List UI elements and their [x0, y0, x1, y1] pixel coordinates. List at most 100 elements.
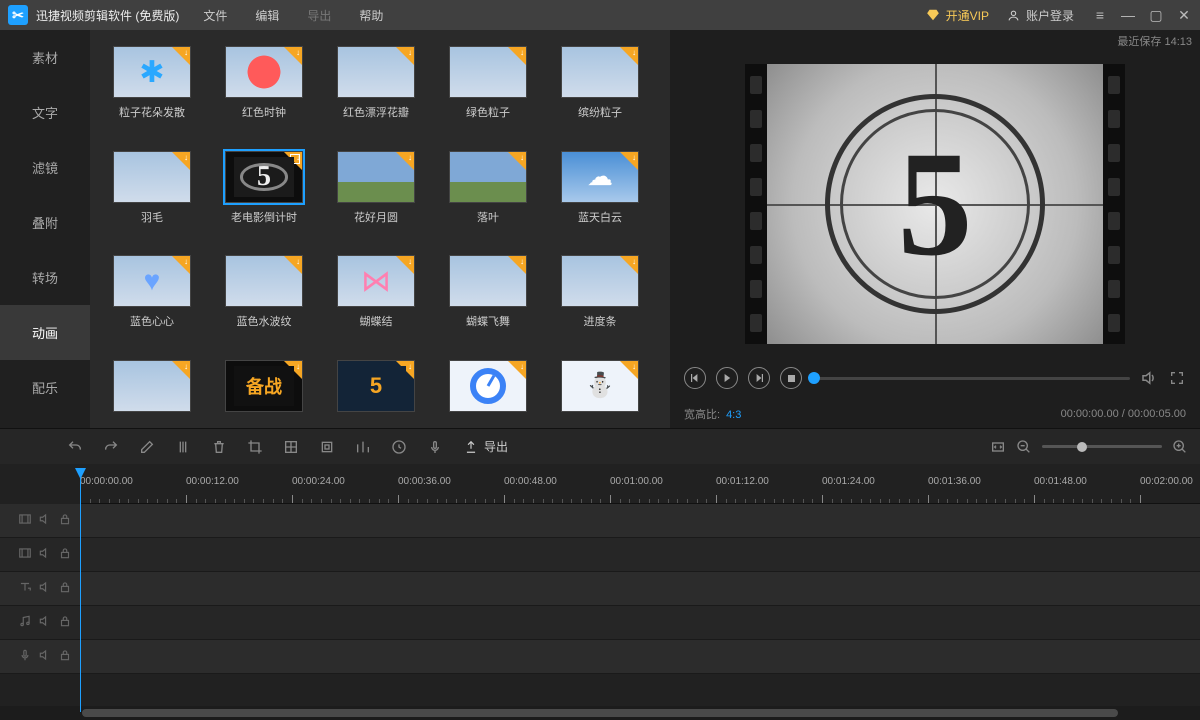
- asset-thumbnail[interactable]: ↓5: [337, 360, 415, 412]
- asset-item[interactable]: ↓: [106, 360, 198, 429]
- crop-button[interactable]: [242, 434, 268, 460]
- volume-icon[interactable]: [1140, 369, 1158, 387]
- login-button[interactable]: 账户登录: [1007, 7, 1074, 24]
- preview-frame[interactable]: 5: [670, 52, 1200, 356]
- asset-thumbnail[interactable]: ↓: [561, 46, 639, 98]
- zoom-handle[interactable]: [1077, 442, 1087, 452]
- zoom-out-icon[interactable]: [1016, 439, 1032, 455]
- fit-icon[interactable]: [990, 439, 1006, 455]
- asset-thumbnail[interactable]: ↓: [113, 255, 191, 307]
- asset-thumbnail[interactable]: ↓: [337, 46, 415, 98]
- timeline-track[interactable]: [0, 572, 1200, 606]
- menu-help[interactable]: 帮助: [359, 7, 383, 24]
- menu-export[interactable]: 导出: [307, 7, 331, 24]
- next-frame-button[interactable]: [748, 367, 770, 389]
- track-head[interactable]: [0, 572, 80, 605]
- asset-thumbnail[interactable]: ↓: [225, 46, 303, 98]
- asset-thumbnail[interactable]: ↓: [113, 46, 191, 98]
- zoom-in-icon[interactable]: [1172, 439, 1188, 455]
- asset-item[interactable]: ↓红色时钟: [218, 46, 310, 131]
- asset-thumbnail[interactable]: ↓: [449, 255, 527, 307]
- prev-frame-button[interactable]: [684, 367, 706, 389]
- maximize-button[interactable]: ▢: [1148, 8, 1164, 22]
- track-head[interactable]: [0, 538, 80, 571]
- timeline-track[interactable]: [0, 606, 1200, 640]
- stop-button[interactable]: [780, 367, 802, 389]
- track-body[interactable]: [80, 572, 1200, 605]
- asset-thumbnail[interactable]: ↓备战: [225, 360, 303, 412]
- asset-thumbnail[interactable]: ↓: [113, 360, 191, 412]
- progress-bar[interactable]: [812, 368, 1130, 388]
- asset-item[interactable]: ↓蝴蝶飞舞: [442, 255, 534, 340]
- sidebar-item-4[interactable]: 转场: [0, 250, 90, 305]
- track-body[interactable]: [80, 504, 1200, 537]
- track-lock-icon[interactable]: [58, 546, 72, 563]
- asset-item[interactable]: ↓蓝天白云: [554, 151, 646, 236]
- asset-thumbnail[interactable]: ↓: [449, 151, 527, 203]
- zoom-slider[interactable]: [1042, 445, 1162, 448]
- undo-button[interactable]: [62, 434, 88, 460]
- progress-handle[interactable]: [808, 372, 820, 384]
- track-body[interactable]: [80, 606, 1200, 639]
- asset-item[interactable]: ↓进度条: [554, 255, 646, 340]
- timeline-horizontal-scrollbar[interactable]: [0, 706, 1200, 720]
- asset-item[interactable]: ↓落叶: [442, 151, 534, 236]
- redo-button[interactable]: [98, 434, 124, 460]
- sidebar-item-6[interactable]: 配乐: [0, 360, 90, 415]
- asset-item[interactable]: ↓5: [330, 360, 422, 429]
- asset-thumbnail[interactable]: ↓5: [225, 151, 303, 203]
- adjust-button[interactable]: [350, 434, 376, 460]
- asset-thumbnail[interactable]: ↓: [561, 255, 639, 307]
- close-button[interactable]: ✕: [1176, 8, 1192, 22]
- menu-file[interactable]: 文件: [203, 7, 227, 24]
- track-sound-icon[interactable]: [38, 512, 52, 529]
- sidebar-item-3[interactable]: 叠附: [0, 195, 90, 250]
- asset-thumbnail[interactable]: ↓: [113, 151, 191, 203]
- sidebar-item-5[interactable]: 动画: [0, 305, 90, 360]
- export-button[interactable]: 导出: [464, 438, 508, 455]
- timeline-track[interactable]: [0, 640, 1200, 674]
- asset-item[interactable]: ↓蓝色水波纹: [218, 255, 310, 340]
- asset-thumbnail[interactable]: ↓: [561, 151, 639, 203]
- asset-grid[interactable]: ↓粒子花朵发散↓红色时钟↓红色漂浮花瓣↓绿色粒子↓缤纷粒子↓羽毛↓5老电影倒计时…: [106, 46, 666, 428]
- track-sound-icon[interactable]: [38, 580, 52, 597]
- sidebar-item-0[interactable]: 素材: [0, 30, 90, 85]
- track-lock-icon[interactable]: [58, 614, 72, 631]
- track-lock-icon[interactable]: [58, 512, 72, 529]
- split-button[interactable]: [170, 434, 196, 460]
- asset-thumbnail[interactable]: ↓: [449, 46, 527, 98]
- asset-item[interactable]: ↓粒子花朵发散: [106, 46, 198, 131]
- asset-thumbnail[interactable]: ↓: [561, 360, 639, 412]
- asset-item[interactable]: ↓红色漂浮花瓣: [330, 46, 422, 131]
- asset-item[interactable]: ↓: [442, 360, 534, 429]
- asset-item[interactable]: ↓绿色粒子: [442, 46, 534, 131]
- delete-button[interactable]: [206, 434, 232, 460]
- track-head[interactable]: [0, 606, 80, 639]
- asset-item[interactable]: ↓蝴蝶结: [330, 255, 422, 340]
- track-body[interactable]: [80, 538, 1200, 571]
- asset-thumbnail[interactable]: ↓: [337, 151, 415, 203]
- fullscreen-icon[interactable]: [1168, 369, 1186, 387]
- asset-item[interactable]: ↓备战: [218, 360, 310, 429]
- track-sound-icon[interactable]: [38, 546, 52, 563]
- freeze-button[interactable]: [314, 434, 340, 460]
- asset-item[interactable]: ↓缤纷粒子: [554, 46, 646, 131]
- track-head[interactable]: [0, 640, 80, 673]
- track-sound-icon[interactable]: [38, 614, 52, 631]
- asset-item[interactable]: ↓: [554, 360, 646, 429]
- aspect-value[interactable]: 4:3: [726, 409, 741, 421]
- track-lock-icon[interactable]: [58, 580, 72, 597]
- asset-item[interactable]: ↓蓝色心心: [106, 255, 198, 340]
- menu-edit[interactable]: 编辑: [255, 7, 279, 24]
- playhead[interactable]: [80, 468, 81, 712]
- track-body[interactable]: [80, 640, 1200, 673]
- asset-item[interactable]: ↓花好月圆: [330, 151, 422, 236]
- scrollbar-thumb[interactable]: [82, 709, 1118, 717]
- asset-thumbnail[interactable]: ↓: [449, 360, 527, 412]
- vip-button[interactable]: 开通VIP: [926, 7, 989, 24]
- asset-thumbnail[interactable]: ↓: [337, 255, 415, 307]
- asset-item[interactable]: ↓羽毛: [106, 151, 198, 236]
- track-sound-icon[interactable]: [38, 648, 52, 665]
- speed-button[interactable]: [386, 434, 412, 460]
- play-button[interactable]: [716, 367, 738, 389]
